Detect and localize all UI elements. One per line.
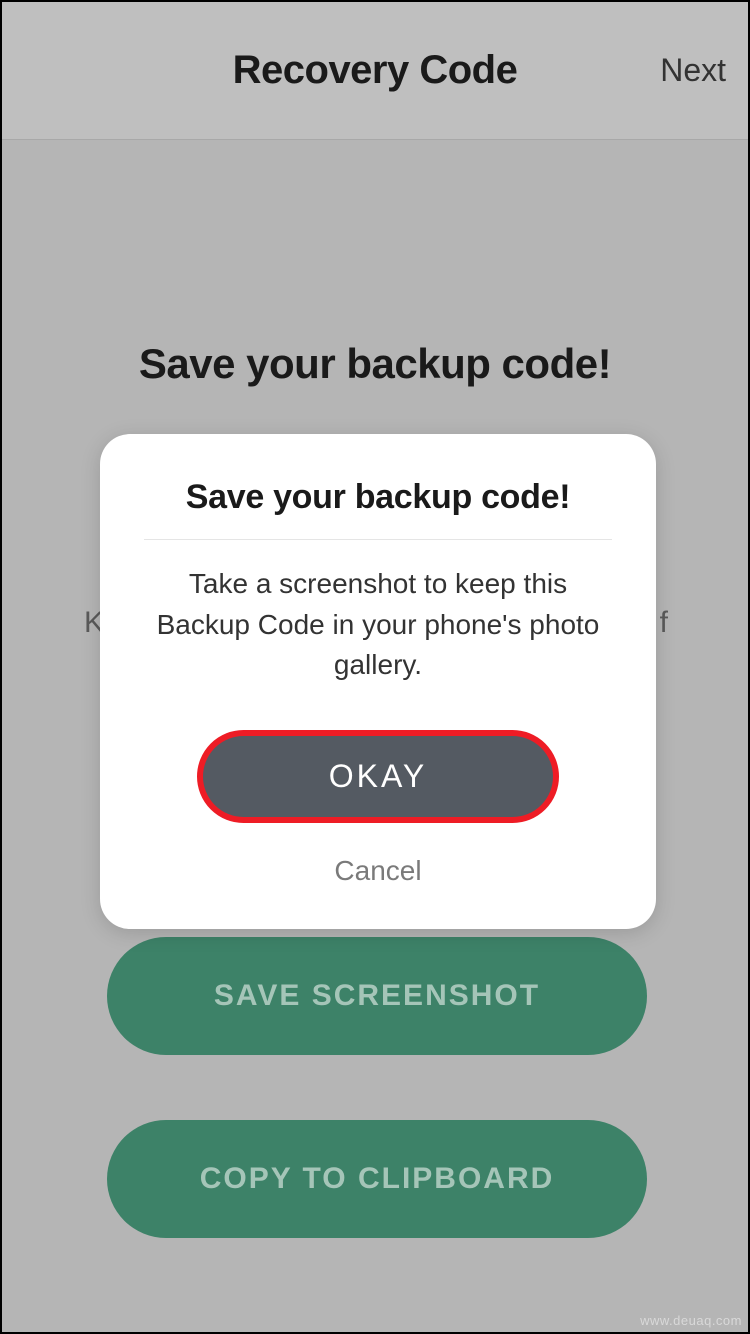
- watermark-text: www.deuaq.com: [640, 1313, 742, 1328]
- save-backup-modal: Save your backup code! Take a screenshot…: [100, 434, 656, 929]
- next-button[interactable]: Next: [660, 52, 726, 89]
- modal-title: Save your backup code!: [134, 478, 622, 539]
- copy-to-clipboard-button[interactable]: COPY TO CLIPBOARD: [107, 1120, 647, 1238]
- okay-button[interactable]: OKAY: [197, 730, 559, 823]
- main-content: Save your backup code!: [2, 140, 748, 388]
- header-bar: Recovery Code Next: [2, 2, 748, 140]
- save-screenshot-button[interactable]: SAVE SCREENSHOT: [107, 937, 647, 1055]
- hint-right-fragment: f: [660, 600, 668, 645]
- cancel-button[interactable]: Cancel: [134, 841, 622, 901]
- modal-body-text: Take a screenshot to keep this Backup Co…: [134, 564, 622, 686]
- page-title: Recovery Code: [233, 48, 518, 93]
- modal-divider: [144, 539, 612, 540]
- backup-code-heading: Save your backup code!: [2, 340, 748, 388]
